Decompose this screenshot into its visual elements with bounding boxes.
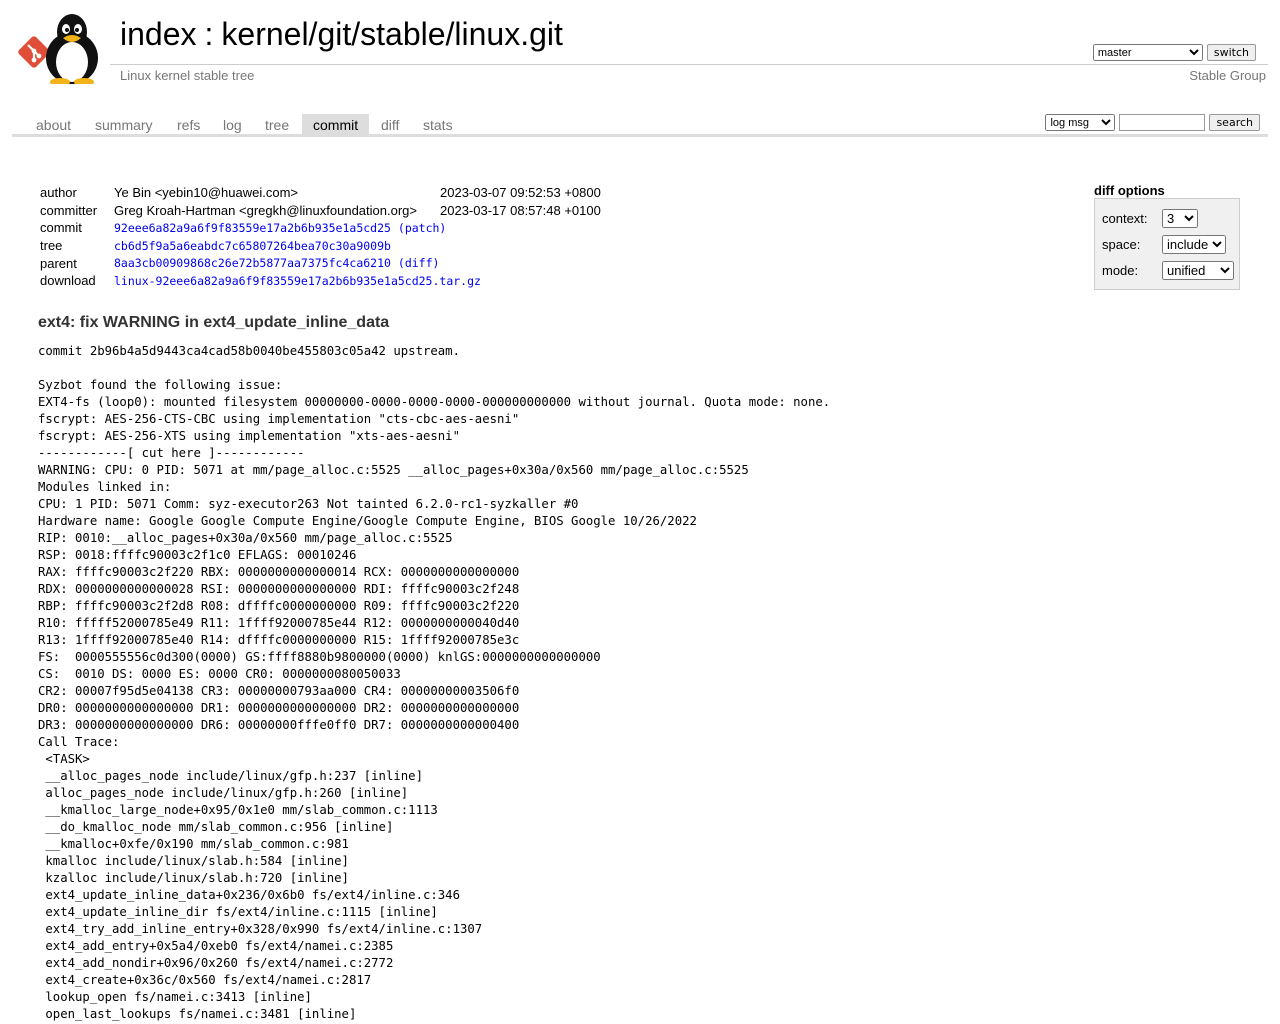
header-divider: [110, 64, 1268, 65]
commit-label: commit: [40, 220, 82, 236]
download-label: download: [40, 273, 96, 289]
committer-label: committer: [40, 202, 98, 218]
mode-option-row: mode: unified: [1102, 259, 1234, 281]
author-row: author Ye Bin <yebin10@huawei.com> 2023-…: [38, 184, 601, 202]
commit-subject: ext4: fix WARNING in ext4_update_inline_…: [38, 314, 390, 331]
committer-value: Greg Kroah-Hartman <gregkh@linuxfoundati…: [114, 202, 417, 218]
mode-select[interactable]: unified: [1162, 260, 1234, 280]
search-button[interactable]: search: [1209, 114, 1260, 131]
tab-diff[interactable]: diff: [381, 114, 399, 134]
tab-log[interactable]: log: [223, 114, 242, 134]
tab-about[interactable]: about: [36, 114, 71, 134]
commit-message-body: commit 2b96b4a5d9443ca4cad58b0040be45580…: [38, 344, 831, 1021]
tree-label: tree: [40, 238, 63, 254]
branch-select[interactable]: master: [1092, 44, 1203, 61]
diff-link[interactable]: (diff): [398, 256, 440, 270]
title-separator: :: [204, 16, 214, 52]
diff-options-panel: context: 3 space: include mode: unified: [1094, 198, 1240, 290]
repo-description: Linux kernel stable tree: [120, 68, 255, 83]
owner-link[interactable]: Stable Group: [1189, 68, 1266, 83]
committer-row: committer Greg Kroah-Hartman <gregkh@lin…: [38, 202, 601, 220]
commit-hash-link[interactable]: 92eee6a82a9a6f9f83559e17a2b6b935e1a5cd25: [114, 221, 391, 235]
download-row: download linux-92eee6a82a9a6f9f83559e17a…: [38, 272, 601, 290]
search-input[interactable]: [1119, 114, 1206, 131]
tab-commit[interactable]: commit: [302, 114, 370, 134]
parent-hash-link[interactable]: 8aa3cb00909868c26e72b5877aa7375fc4ca6210: [114, 256, 391, 270]
commit-info-table: author Ye Bin <yebin10@huawei.com> 2023-…: [38, 184, 601, 290]
search-form: log msg search: [1045, 114, 1260, 131]
switch-button[interactable]: switch: [1206, 44, 1256, 61]
parent-row: parent 8aa3cb00909868c26e72b5877aa7375fc…: [38, 254, 601, 272]
author-date: 2023-03-07 09:52:53 +0800: [440, 185, 601, 201]
mode-label: mode:: [1102, 262, 1139, 278]
search-mode-select[interactable]: log msg: [1045, 114, 1116, 131]
tux-penguin-icon: [46, 14, 98, 84]
context-select[interactable]: 3: [1162, 208, 1198, 228]
tab-refs[interactable]: refs: [177, 114, 200, 134]
author-value: Ye Bin <yebin10@huawei.com>: [114, 185, 299, 201]
tab-stats[interactable]: stats: [423, 114, 453, 134]
repo-path-link[interactable]: kernel/git/stable/linux.git: [221, 16, 563, 52]
parent-label: parent: [40, 255, 77, 271]
index-link[interactable]: index: [120, 16, 197, 52]
context-label: context:: [1102, 210, 1148, 226]
tree-hash-link[interactable]: cb6d5f9a5a6eabdc7c65807264bea70c30a9009b: [114, 239, 391, 253]
download-link[interactable]: linux-92eee6a82a9a6f9f83559e17a2b6b935e1…: [114, 274, 481, 288]
commit-row: commit 92eee6a82a9a6f9f83559e17a2b6b935e…: [38, 219, 601, 237]
tab-tree[interactable]: tree: [265, 114, 289, 134]
context-option-row: context: 3: [1102, 207, 1198, 229]
tab-summary[interactable]: summary: [95, 114, 153, 134]
space-select[interactable]: include: [1162, 234, 1226, 254]
diff-options-title: diff options: [1094, 183, 1165, 198]
committer-date: 2023-03-17 08:57:48 +0100: [440, 202, 601, 218]
space-label: space:: [1102, 236, 1141, 252]
tree-row: tree cb6d5f9a5a6eabdc7c65807264bea70c30a…: [38, 237, 601, 255]
branch-switch-form: master switch: [1092, 44, 1256, 61]
space-option-row: space: include: [1102, 233, 1226, 255]
author-label: author: [40, 185, 77, 201]
patch-link[interactable]: (patch): [398, 221, 446, 235]
page-title: index: kernel/git/stable/linux.git: [120, 16, 563, 53]
